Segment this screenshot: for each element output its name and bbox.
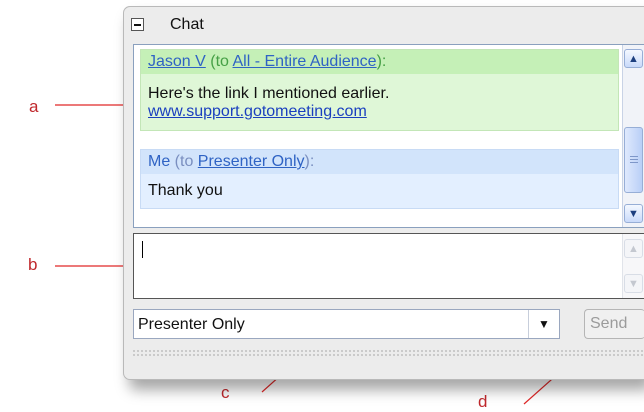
arrow-up-icon: ▲ [624,239,643,258]
message-to-prefix: (to [170,153,198,170]
resize-grip[interactable] [132,349,644,357]
chat-log: Jason V (to All - Entire Audience): Here… [133,44,644,228]
arrow-down-icon[interactable]: ▼ [624,204,643,223]
chat-message: Jason V (to All - Entire Audience): Here… [140,49,619,131]
text-caret [142,241,143,258]
input-scrollbar: ▲ ▼ [622,234,644,298]
send-button[interactable]: Send [584,309,644,339]
message-input[interactable]: ▲ ▼ [133,233,644,299]
message-to-suffix: ): [304,153,315,170]
message-link[interactable]: www.support.gotomeeting.com [148,103,367,121]
message-text: Here's the link I mentioned earlier. [148,85,390,102]
message-recipient[interactable]: Presenter Only [198,153,305,170]
annotation-d: d [478,392,488,411]
message-text: Thank you [148,182,223,199]
arrow-up-icon[interactable]: ▲ [624,49,643,68]
recipient-select-value: Presenter Only [138,316,245,333]
message-sender[interactable]: Jason V [148,53,206,70]
message-sender: Me [148,153,171,170]
panel-title: Chat [170,16,204,33]
annotation-a: a [29,97,39,116]
message-recipient[interactable]: All - Entire Audience [233,53,377,70]
recipient-select[interactable]: Presenter Only ▼ [133,309,560,339]
chat-message: Me (to Presenter Only): Thank you [140,149,619,209]
arrow-down-icon: ▼ [624,274,643,293]
scroll-thumb[interactable] [624,127,643,193]
chat-scrollbar[interactable]: ▲ ▼ [622,45,644,227]
annotation-c: c [221,383,230,402]
message-to-suffix: ): [376,53,387,70]
chevron-down-icon[interactable]: ▼ [528,310,559,338]
chat-header: Chat [124,7,644,43]
message-to-prefix: (to [205,53,233,70]
chat-panel: Chat Jason V (to All - Entire Audience):… [123,6,644,380]
minus-box-icon[interactable] [131,18,144,31]
annotation-b: b [28,255,38,274]
